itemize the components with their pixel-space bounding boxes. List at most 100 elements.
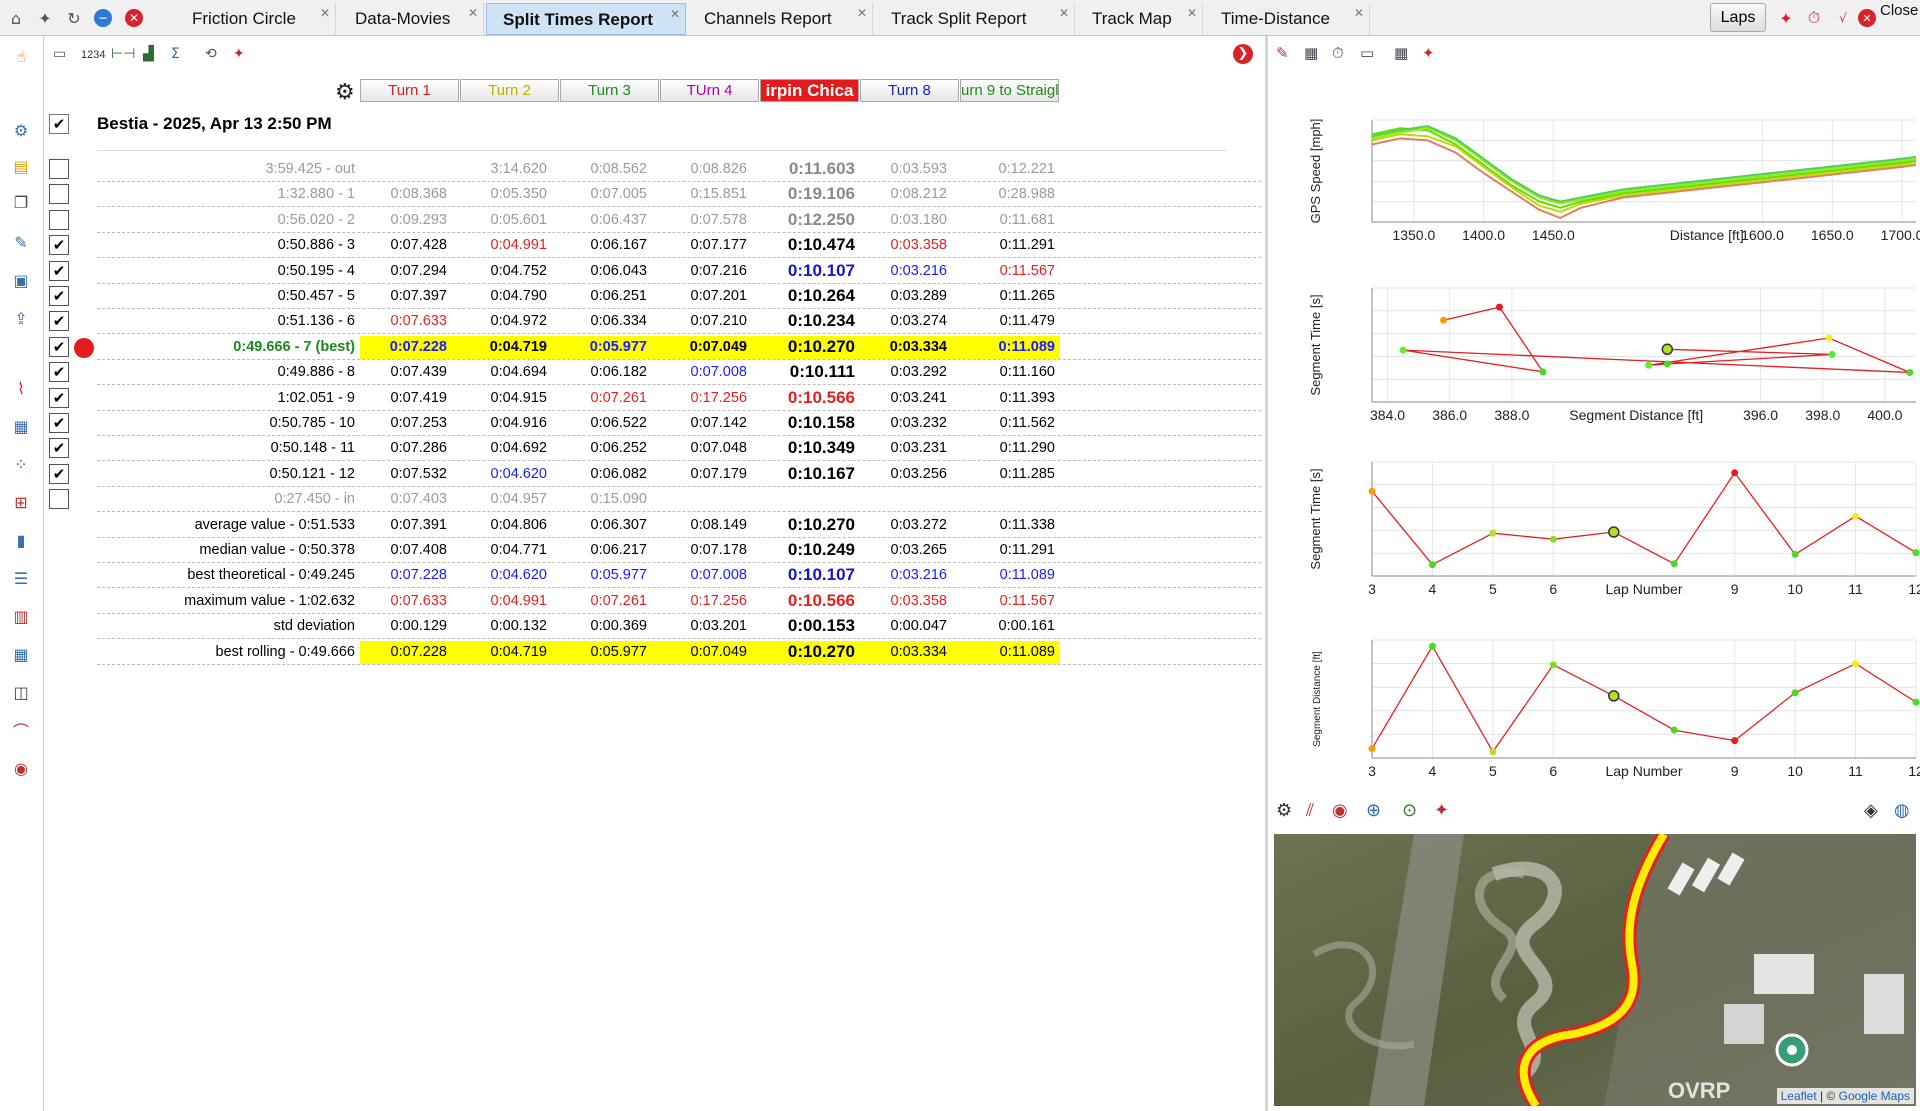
satellite-icon[interactable]: ◍ [1894, 800, 1910, 821]
layers-icon[interactable]: ◈ [1864, 800, 1878, 821]
windows-icon[interactable]: ❐ [8, 190, 34, 214]
timer-icon[interactable]: ⏱ [1803, 7, 1825, 29]
split-lines-icon[interactable]: ⫽ [1306, 800, 1314, 821]
lap-checkbox[interactable] [49, 159, 69, 179]
puzzle-icon[interactable]: ✦ [34, 7, 56, 29]
lap-checkbox[interactable]: ✔ [49, 336, 69, 357]
track-map[interactable]: OVRP Leaflet | © Google Maps [1274, 834, 1916, 1106]
histogram-icon[interactable]: ▥ [8, 604, 34, 628]
lap-row[interactable]: ✔ 0:51.136 - 6 0:07.633 0:04.972 0:06.334 0:0… [45, 309, 1265, 335]
save-icon[interactable]: ▣ [8, 268, 34, 292]
puzzle-chart-icon[interactable]: ✦ [1422, 44, 1435, 62]
tab-close-icon[interactable]: ✕ [320, 0, 330, 29]
tab-track-map[interactable]: Track Map ✕ [1076, 3, 1203, 35]
split-markers-icon[interactable]: ⊢⊣ [111, 46, 135, 62]
grid-options-icon[interactable]: ▦ [1394, 44, 1408, 62]
stopwatch-icon[interactable]: ⏱ [1332, 44, 1344, 62]
map-gear-icon[interactable]: ⚙ [1276, 800, 1292, 821]
puzzle-map-icon[interactable]: ✦ [1434, 800, 1449, 821]
lap-checkbox[interactable]: ✔ [49, 260, 69, 281]
lap-row[interactable]: 1:32.880 - 1 0:08.368 0:05.350 0:07.005 0:15… [45, 182, 1265, 208]
puzzle-small-icon[interactable]: ✦ [233, 46, 245, 62]
laps-button[interactable]: Laps [1710, 3, 1766, 32]
lap-checkbox[interactable]: ✔ [49, 413, 69, 433]
leaflet-link[interactable]: Leaflet [1781, 1089, 1817, 1103]
lap-checkbox[interactable]: ✔ [49, 438, 69, 459]
tab-data-movies[interactable]: Data-Movies ✕ [339, 3, 484, 35]
export-icon[interactable]: ⇪ [8, 306, 34, 330]
histogram-green-icon[interactable]: ▟ [143, 46, 154, 62]
map-marker-icon[interactable] [1775, 1033, 1809, 1067]
split-header-5[interactable]: irpin Chica [760, 79, 859, 102]
sigma-icon[interactable]: Σ [171, 46, 180, 62]
grid-settings-icon[interactable]: ▦ [1304, 44, 1318, 62]
close-button[interactable]: Close [1880, 2, 1918, 19]
lap-checkbox[interactable] [49, 209, 69, 230]
channel-icon[interactable]: ⌒ [8, 718, 34, 742]
lap-row[interactable]: ✔ 0:50.886 - 3 0:07.428 0:04.991 0:06.167 0:0… [45, 233, 1265, 259]
tab-close-icon[interactable]: ✕ [1354, 0, 1364, 29]
split-header-2[interactable]: Turn 2 [460, 79, 559, 102]
lap-row[interactable]: ✔ 0:49.666 - 7 (best) 0:07.228 0:04.719 0:05… [45, 335, 1265, 360]
track-map-icon[interactable]: ◫ [8, 680, 34, 704]
tab-time-distance[interactable]: Time-Distance ✕ [1205, 3, 1370, 35]
segment-time-distance-chart[interactable]: 384.0 386.0 388.0 396.0 398.0 400.0 Segment Di… [1268, 248, 1920, 430]
refresh-icon[interactable]: ↻ [63, 7, 85, 29]
segment-distance-lap-chart-svg[interactable]: 3 4 5 6 9 10 11 12 Lap Number Segment Distance [f… [1268, 604, 1920, 792]
split-header-7[interactable]: urn 9 to Straigl [960, 79, 1059, 102]
lap-row[interactable]: ✔ 0:50.457 - 5 0:07.397 0:04.790 0:06.251 0:0… [45, 284, 1265, 309]
split-settings-gear-icon[interactable]: ⚙ [335, 80, 355, 105]
puzzle-red-icon[interactable]: ✦ [1775, 7, 1797, 29]
track-icon[interactable]: ⟲ [205, 46, 217, 62]
session-checkbox[interactable]: ✔ [49, 114, 69, 134]
chart-line-icon[interactable]: ⌇ [8, 376, 34, 400]
pen-icon[interactable]: ✎ [1276, 44, 1289, 62]
chart-bar-icon[interactable]: ▮ [8, 528, 34, 552]
close-all-icon[interactable]: ✕ [1858, 9, 1876, 27]
split-header-4[interactable]: TUrn 4 [660, 79, 759, 102]
chart-scatter-icon[interactable]: ⁘ [8, 452, 34, 476]
gps-speed-chart[interactable]: 1350.0 1400.0 1450.0 1600.0 1650.0 1700.0 Dist… [1268, 76, 1920, 246]
lap-checkbox[interactable]: ✔ [49, 463, 69, 484]
gps-speed-chart-svg[interactable]: 1350.0 1400.0 1450.0 1600.0 1650.0 1700.0 Dist… [1268, 76, 1920, 246]
lap-checkbox[interactable]: ✔ [49, 311, 69, 332]
minus-icon[interactable]: ▭ [53, 46, 66, 62]
tab-close-icon[interactable]: ✕ [1187, 0, 1197, 29]
lap-row[interactable]: 3:59.425 - out 3:14.620 0:08.562 0:08.826 0:… [45, 157, 1265, 182]
stop-icon[interactable]: ❯ [1233, 44, 1253, 64]
segment-time-lap-chart[interactable]: 3 4 5 6 9 10 11 12 Lap Number Segment Time [s] [1268, 426, 1920, 604]
segment-distance-lap-chart[interactable]: 3 4 5 6 9 10 11 12 Lap Number Segment Distance [f… [1268, 604, 1920, 792]
sqrt-icon[interactable]: √ [1832, 7, 1854, 29]
minimize-icon[interactable]: − [94, 9, 112, 27]
ruler-icon[interactable]: ▭ [1360, 44, 1374, 62]
target-icon[interactable]: ⊕ [1366, 800, 1381, 821]
lap-checkbox[interactable]: ✔ [49, 362, 69, 383]
tab-split-times-report[interactable]: Split Times Report ✕ [486, 3, 686, 35]
tab-close-icon[interactable]: ✕ [468, 0, 478, 29]
lap-row[interactable]: ✔ 1:02.051 - 9 0:07.419 0:04.915 0:07.261 0:1… [45, 386, 1265, 411]
tab-close-icon[interactable]: ✕ [1059, 0, 1069, 29]
settings-gear-icon[interactable]: ⚙ [8, 118, 34, 142]
video-icon[interactable]: ◉ [8, 756, 34, 780]
table-icon[interactable]: ▦ [8, 642, 34, 666]
tab-channels-report[interactable]: Channels Report ✕ [688, 3, 873, 35]
split-header-1[interactable]: Turn 1 [360, 79, 459, 102]
counter-label[interactable]: 1234 [81, 49, 105, 61]
report-icon[interactable]: ☰ [8, 566, 34, 590]
record-icon[interactable]: ◉ [1332, 800, 1348, 821]
close-circle-icon[interactable]: ✕ [125, 9, 143, 27]
google-maps-link[interactable]: Google Maps [1839, 1089, 1910, 1103]
split-header-6[interactable]: Turn 8 [860, 79, 959, 102]
globe-icon[interactable]: ⊙ [1402, 800, 1417, 821]
pointer-icon[interactable]: ☝ [8, 44, 34, 68]
lap-row[interactable]: ✔ 0:49.886 - 8 0:07.439 0:04.694 0:06.182 0:0… [45, 360, 1265, 386]
map-imagery[interactable] [1274, 834, 1916, 1106]
tab-close-icon[interactable]: ✕ [857, 0, 867, 29]
lap-checkbox[interactable] [49, 184, 69, 205]
segment-time-lap-chart-svg[interactable]: 3 4 5 6 9 10 11 12 Lap Number Segment Time [s] [1268, 426, 1920, 604]
lap-row[interactable]: ✔ 0:50.148 - 11 0:07.286 0:04.692 0:06.252 0:… [45, 436, 1265, 462]
chart-xy-icon[interactable]: ⊞ [8, 490, 34, 514]
lap-checkbox[interactable]: ✔ [49, 235, 69, 256]
lap-row[interactable]: 0:56.020 - 2 0:09.293 0:05.601 0:06.437 0:07… [45, 208, 1265, 233]
tab-track-split-report[interactable]: Track Split Report ✕ [875, 3, 1075, 35]
